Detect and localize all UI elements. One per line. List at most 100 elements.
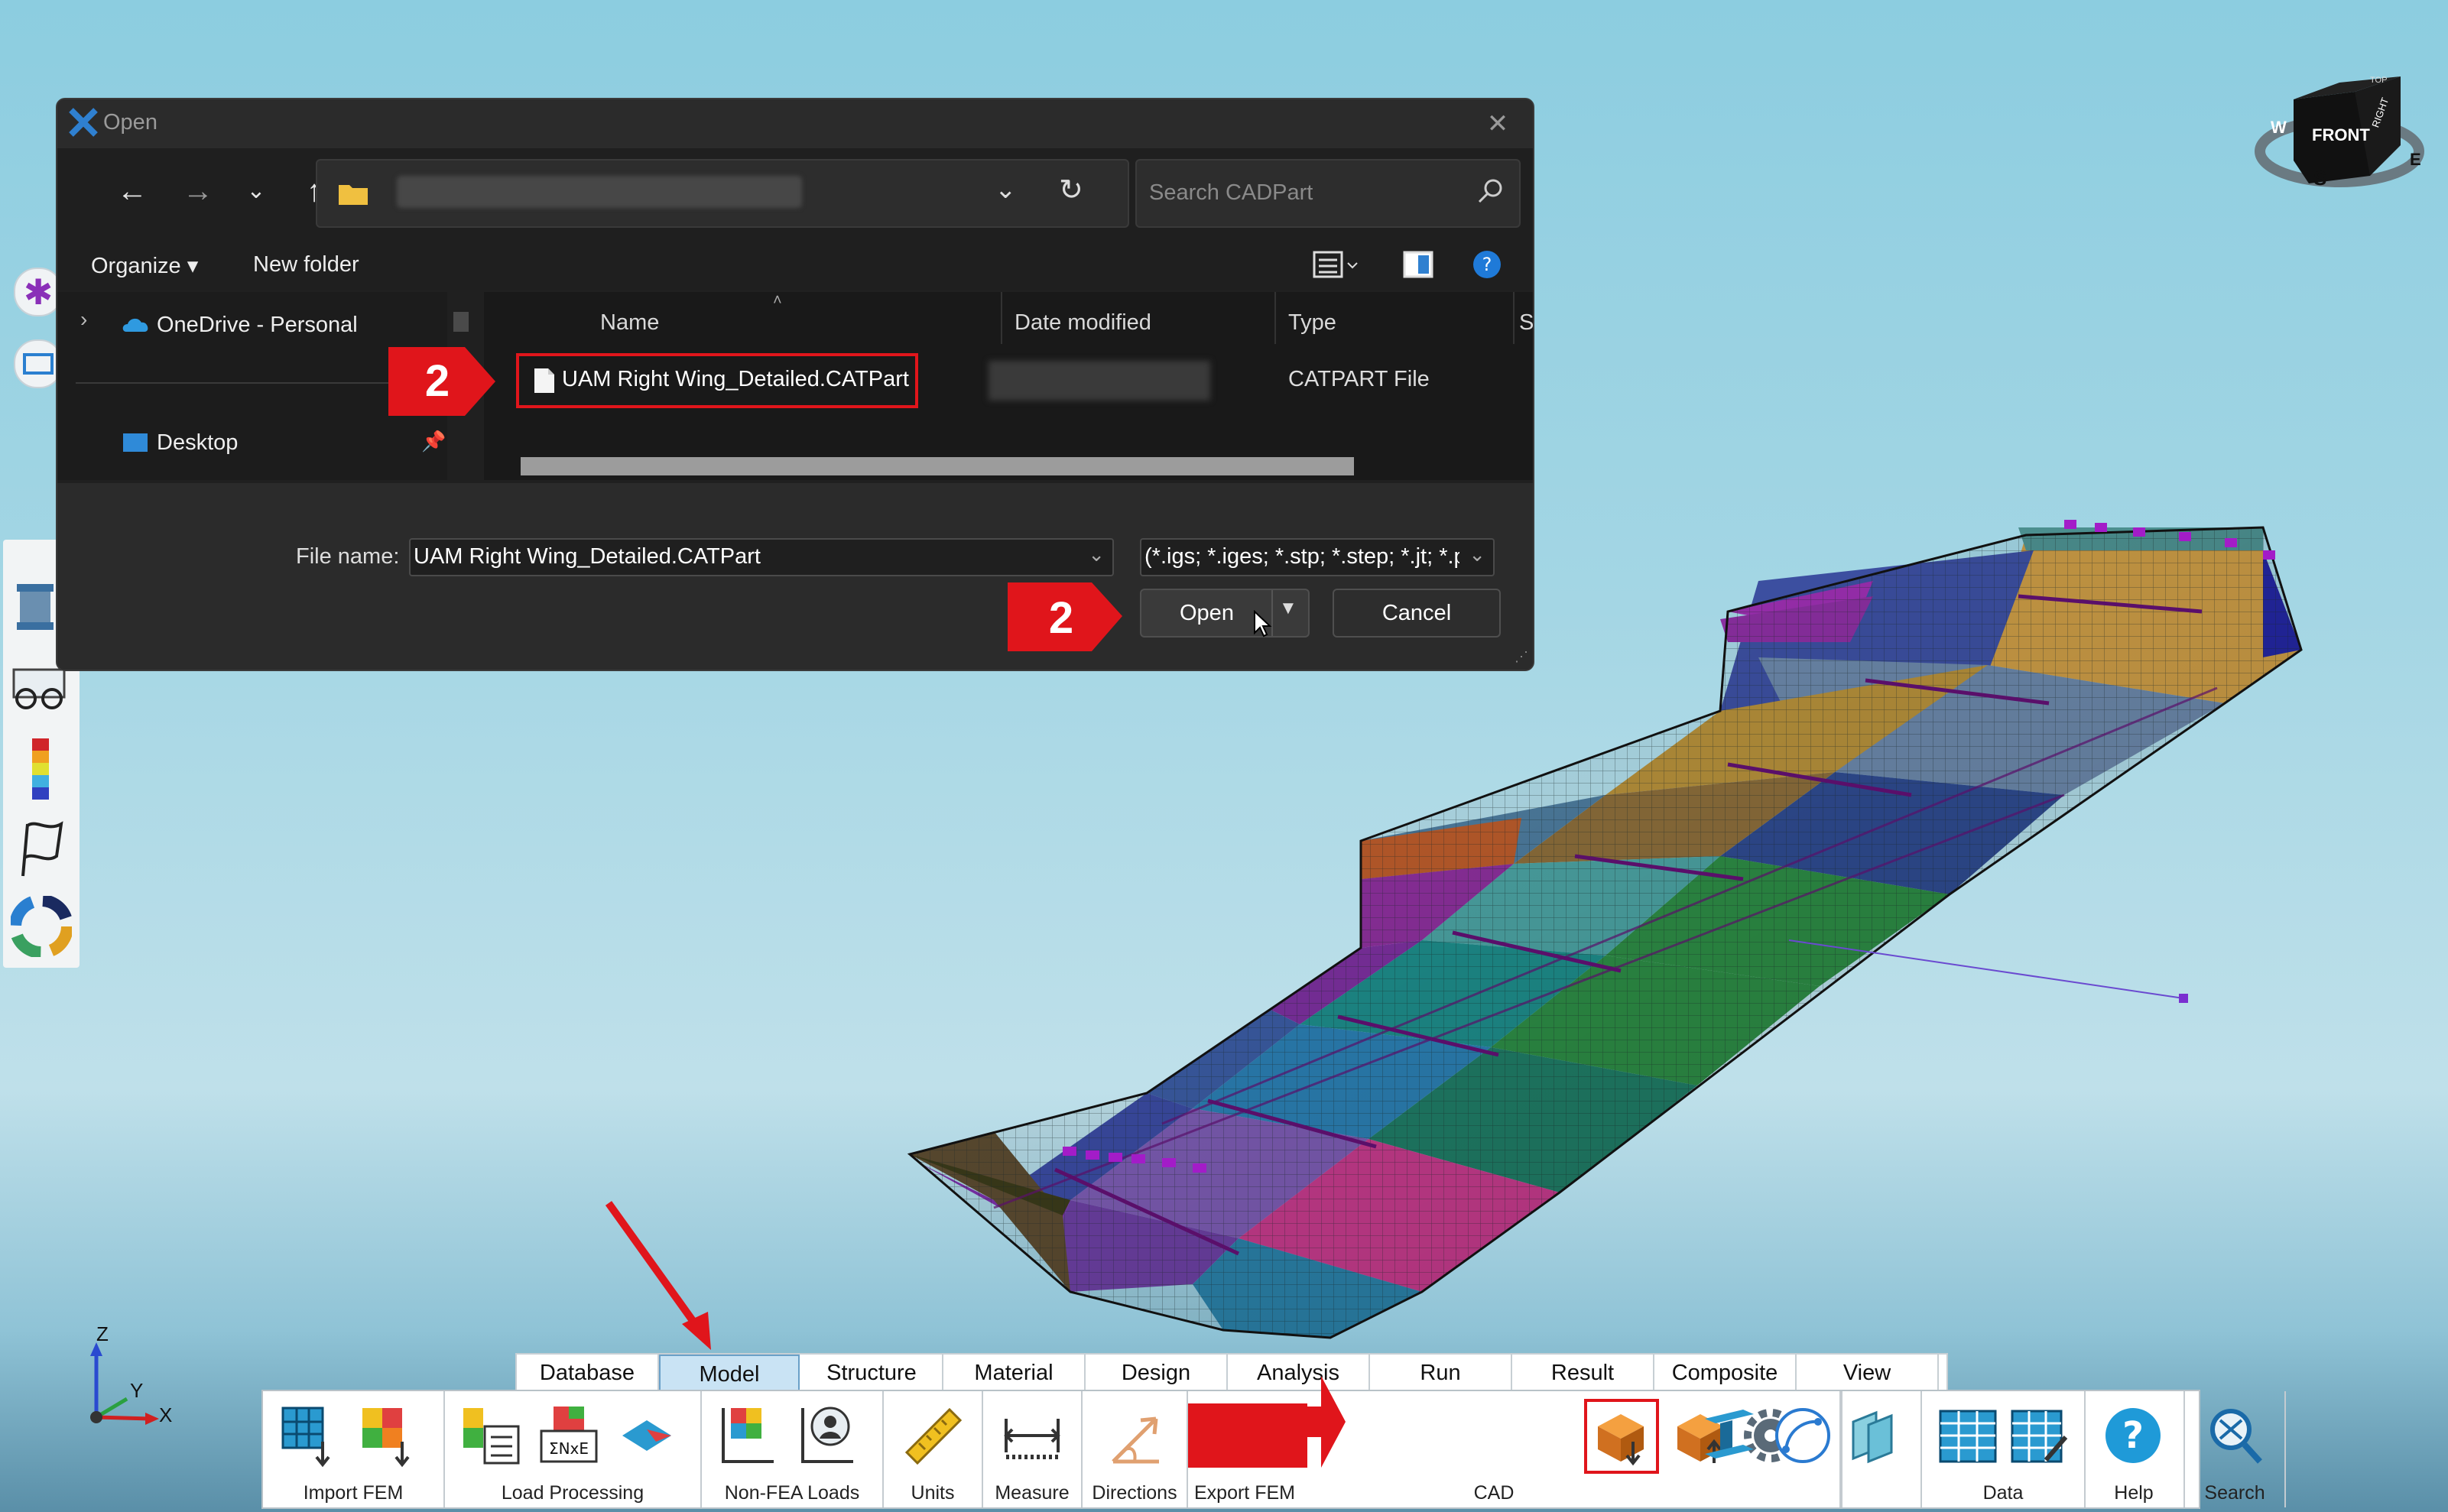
column-header-date[interactable]: Date modified [1015, 310, 1151, 336]
expand-chevron-icon[interactable]: › [80, 307, 87, 332]
file-name-dropdown-icon[interactable]: ⌄ [1088, 543, 1105, 566]
group-label-search: Search [2204, 1482, 2265, 1504]
arrow-to-model-tab-icon [605, 1201, 711, 1350]
tab-database[interactable]: Database [517, 1355, 659, 1391]
tab-result[interactable]: Result [1512, 1355, 1654, 1391]
resize-grip-icon[interactable]: ⋰ [1515, 649, 1528, 665]
back-arrow-icon[interactable]: ← [111, 170, 154, 213]
import-cad-icon[interactable] [1587, 1403, 1651, 1468]
tab-composite[interactable]: Composite [1654, 1355, 1797, 1391]
forward-arrow-icon[interactable]: → [177, 170, 219, 213]
group-non-fea-loads: Non-FEA Loads [702, 1391, 884, 1507]
tab-design[interactable]: Design [1086, 1355, 1228, 1391]
address-dropdown-icon[interactable]: ⌄ [995, 174, 1017, 205]
search-box[interactable]: Search CADPart [1135, 159, 1521, 228]
callout-step-file-label: 2 [425, 356, 450, 406]
measure-caliper-icon[interactable] [1000, 1403, 1064, 1468]
help-icon[interactable]: ? [1472, 249, 1502, 280]
nav-scrollbar[interactable] [453, 312, 469, 332]
callout-step-open: 2 [1008, 578, 1122, 651]
nav-item-onedrive[interactable]: OneDrive - Personal [122, 309, 358, 341]
axis-y-label: Y [130, 1379, 143, 1402]
nav-divider [76, 382, 443, 384]
group-measure: Measure [983, 1391, 1083, 1507]
import-fem-contour-icon[interactable] [358, 1403, 422, 1468]
non-fea-user-icon[interactable] [795, 1403, 859, 1468]
date-redacted [989, 361, 1210, 401]
group-data: Data [1920, 1391, 2086, 1507]
non-fea-contour-icon[interactable] [716, 1403, 780, 1468]
close-button[interactable]: ✕ [1479, 105, 1516, 142]
search-magnifier-icon[interactable] [2202, 1403, 2266, 1468]
color-wheel-icon[interactable] [11, 896, 72, 957]
file-type-select[interactable]: (*.igs; *.iges; *.stp; *.step; *.jt; *.p… [1140, 538, 1495, 576]
folder-icon [339, 185, 368, 205]
help-circle-icon[interactable]: ? [2101, 1403, 2165, 1468]
column-header-size[interactable]: S [1519, 310, 1533, 336]
file-type-cell: CATPART File [1288, 367, 1430, 391]
curve-icon[interactable] [1771, 1403, 1835, 1468]
view-cube-top-label: TOP [2370, 76, 2387, 85]
group-help: ? Help [2084, 1391, 2185, 1507]
group-units: Units [884, 1391, 983, 1507]
data-edit-icon[interactable] [2008, 1403, 2072, 1468]
callout-step-file: 2 [388, 347, 495, 416]
command-bar: Organize ▾ New folder ? [57, 237, 1533, 290]
recent-chevron-icon[interactable]: ⌄ [235, 170, 278, 213]
tab-model[interactable]: Model [659, 1355, 800, 1391]
address-bar[interactable]: ⌄ ↻ [316, 159, 1129, 228]
menu-tabs: Database Model Structure Material Design… [515, 1353, 1948, 1393]
surface-stack-icon[interactable] [1846, 1403, 1910, 1468]
column-header-type[interactable]: Type [1288, 310, 1336, 336]
nav-item-desktop[interactable]: Desktop [122, 427, 238, 459]
data-table-icon[interactable] [1936, 1403, 2000, 1468]
open-split-chevron-icon[interactable]: ▼ [1279, 598, 1297, 619]
compass-e-label: E [2410, 150, 2421, 169]
cancel-button[interactable]: Cancel [1333, 589, 1501, 638]
dialog-title: Open [103, 110, 157, 135]
group-label-non-fea-loads: Non-FEA Loads [724, 1482, 860, 1504]
load-list-icon[interactable] [459, 1403, 523, 1468]
load-diamond-icon[interactable] [616, 1403, 680, 1468]
group-label-cad: CAD [1473, 1482, 1515, 1504]
search-placeholder: Search CADPart [1149, 180, 1313, 205]
color-legend-icon[interactable] [29, 738, 52, 800]
view-cube[interactable]: FRONT RIGHT TOP W S E [2248, 61, 2431, 199]
tab-analysis[interactable]: Analysis [1228, 1355, 1370, 1391]
callout-step-open-label: 2 [1049, 593, 1073, 643]
sum-nxe-icon[interactable]: ΣNxE [537, 1403, 601, 1468]
preview-pane-icon[interactable] [1403, 251, 1433, 278]
import-fem-grid-icon[interactable] [278, 1403, 343, 1468]
tab-view[interactable]: View [1797, 1355, 1939, 1391]
axis-triad: Z Y X [69, 1322, 191, 1437]
view-options-icon[interactable] [1311, 249, 1360, 280]
flag-icon[interactable] [14, 818, 69, 879]
open-button[interactable]: Open ▼ [1140, 589, 1310, 638]
svg-text:?: ? [2122, 1414, 2144, 1457]
group-import-fem: Import FEM [263, 1391, 445, 1507]
file-name-input[interactable]: UAM Right Wing_Detailed.CATPart ⌄ [409, 538, 1114, 576]
column-header-name[interactable]: Name [600, 310, 659, 336]
horizontal-scrollbar[interactable] [521, 457, 1354, 475]
svg-text:?: ? [1482, 254, 1492, 275]
organize-button[interactable]: Organize ▾ [91, 252, 198, 279]
axis-z-label: Z [96, 1322, 109, 1345]
column-separator [1513, 292, 1515, 344]
compass-w-label: W [2271, 118, 2287, 137]
file-row[interactable]: UAM Right Wing_Detailed.CATPart CATPART … [516, 353, 1533, 408]
dialog-titlebar[interactable]: Open ✕ [57, 99, 1533, 148]
group-label-measure: Measure [995, 1482, 1070, 1504]
tab-run[interactable]: Run [1370, 1355, 1512, 1391]
sort-caret-icon: ˄ [773, 292, 782, 309]
tab-material[interactable]: Material [943, 1355, 1086, 1391]
refresh-icon[interactable]: ↻ [1059, 173, 1083, 207]
column-separator [1001, 292, 1002, 344]
new-folder-button[interactable]: New folder [253, 252, 359, 277]
ruler-icon[interactable] [901, 1403, 965, 1468]
app-logo-icon [69, 108, 98, 137]
pin-icon[interactable]: 📌 [421, 430, 446, 453]
arrow-to-import-cad-icon [1300, 1376, 1346, 1468]
beam-section-icon[interactable] [1697, 1403, 1761, 1468]
directions-icon[interactable] [1102, 1403, 1167, 1468]
tab-structure[interactable]: Structure [801, 1355, 943, 1391]
